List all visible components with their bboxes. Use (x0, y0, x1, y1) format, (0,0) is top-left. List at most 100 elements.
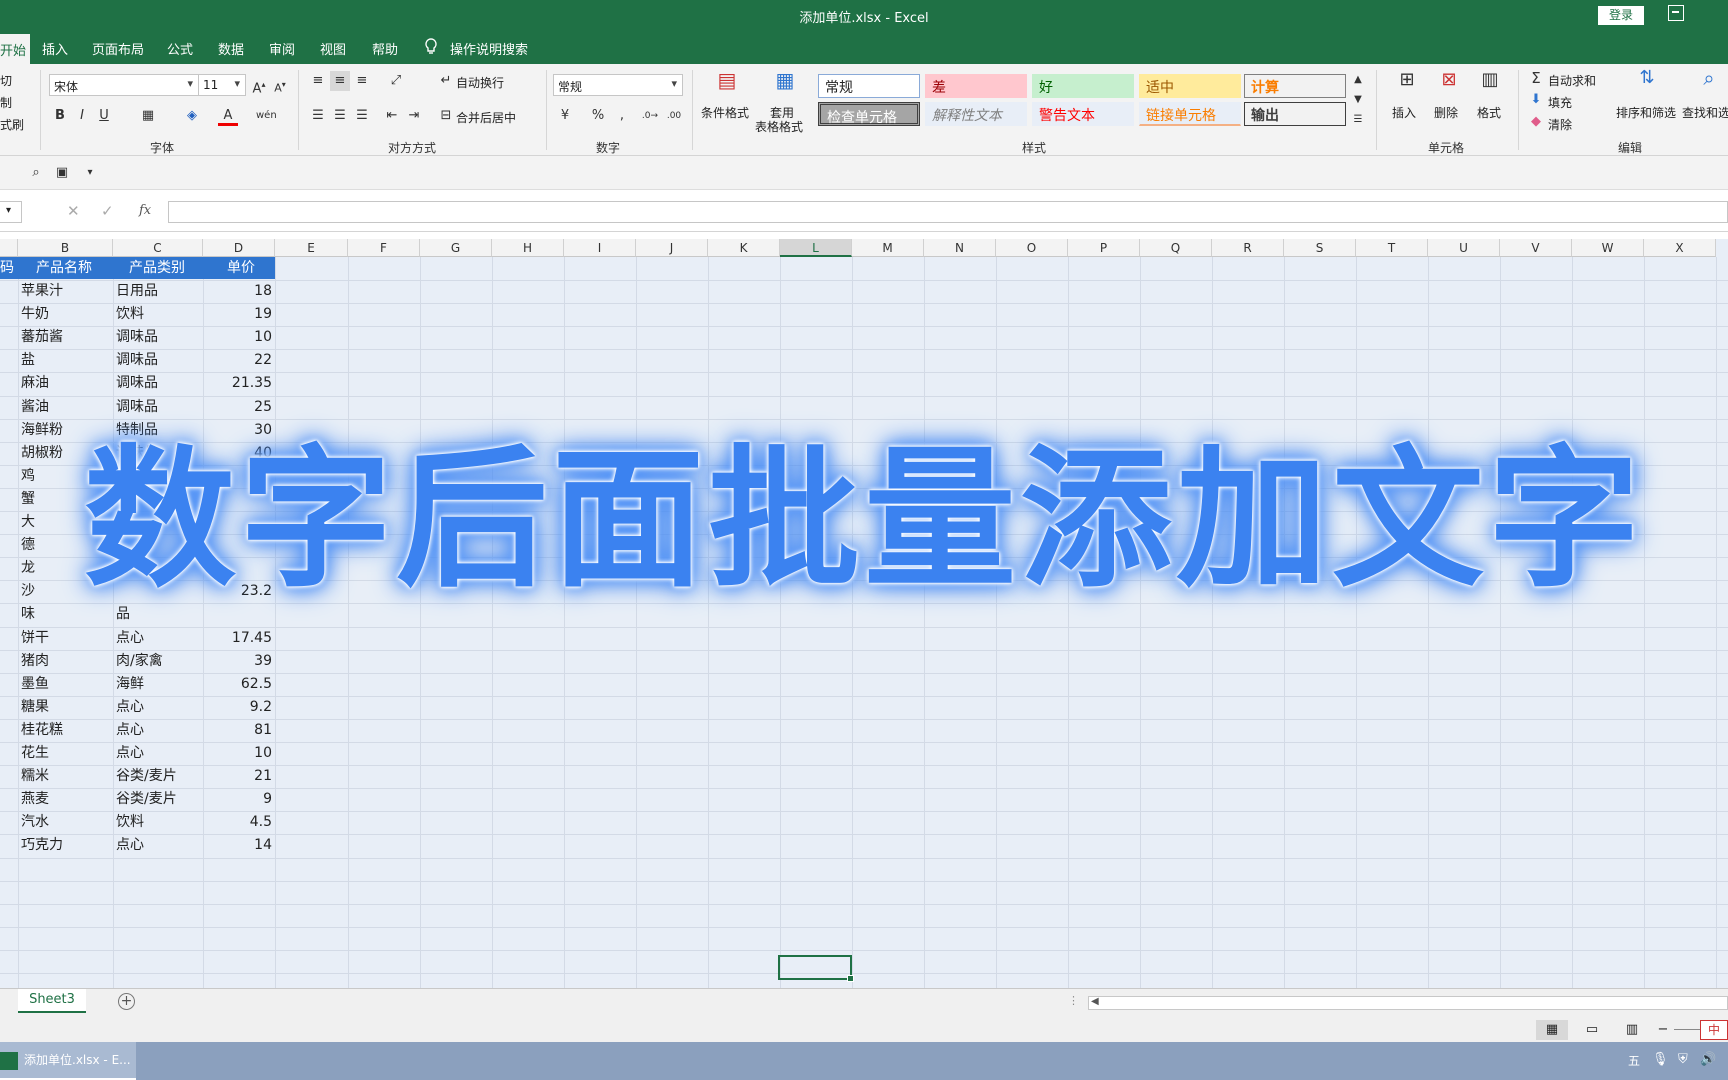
sheet-tab[interactable]: Sheet3 (18, 989, 86, 1013)
cell-b[interactable]: 巧克力 (21, 834, 111, 856)
align-right-icon[interactable]: ☰ (352, 106, 372, 126)
login-button[interactable]: 登录 (1598, 6, 1644, 25)
cell-c[interactable]: 肉/家禽 (116, 650, 201, 672)
decrease-font-icon[interactable]: A▾ (270, 75, 290, 95)
comma-button[interactable]: , (612, 106, 632, 126)
customize-qat-icon[interactable]: ▾ (80, 163, 100, 183)
column-header-b[interactable]: B (18, 239, 113, 257)
print-preview-icon[interactable]: ⌕ (26, 163, 46, 183)
cell-b[interactable]: 燕麦 (21, 788, 111, 810)
gallery-more-icon[interactable]: ☰ (1348, 110, 1368, 130)
cell-b[interactable]: 猪肉 (21, 650, 111, 672)
cell-d[interactable] (203, 557, 272, 579)
wrap-text-button[interactable]: 自动换行 (456, 74, 504, 91)
cell-style-item[interactable]: 常规 (818, 74, 920, 98)
column-header-n[interactable]: N (924, 239, 996, 257)
cell-d[interactable]: 81 (203, 719, 272, 741)
cell-d[interactable] (203, 488, 272, 510)
column-header-l[interactable]: L (780, 239, 852, 257)
cell-d[interactable]: 9.2 (203, 696, 272, 718)
cell-c[interactable]: 点心 (116, 834, 201, 856)
align-top-icon[interactable]: ≡ (308, 71, 328, 91)
cell-c[interactable] (116, 580, 201, 602)
find-select-button[interactable]: 查找和选 (1682, 104, 1728, 121)
cell-c[interactable]: 谷类/麦片 (116, 788, 201, 810)
cell-b[interactable]: 蕃茄酱 (21, 326, 111, 348)
cell-c[interactable]: 调味品 (116, 396, 201, 418)
format-cells-button[interactable]: 格式 (1477, 104, 1501, 121)
cell-d[interactable] (203, 465, 272, 487)
cell-c[interactable]: 点心 (116, 627, 201, 649)
cell-d[interactable]: 23.2 (203, 580, 272, 602)
cell-b[interactable]: 盐 (21, 349, 111, 371)
cell-d[interactable]: 14 (203, 834, 272, 856)
cell-style-item[interactable]: 检查单元格 (818, 102, 920, 126)
cancel-icon[interactable]: ✕ (67, 202, 80, 220)
copy-button[interactable]: 制 (0, 94, 12, 111)
cell-c[interactable] (116, 511, 201, 533)
cell-d[interactable]: 21 (203, 765, 272, 787)
cell-b[interactable]: 味 (21, 603, 111, 625)
underline-icon[interactable]: U (94, 106, 114, 126)
increase-indent-icon[interactable]: ⇥ (404, 106, 424, 126)
add-sheet-icon[interactable]: + (118, 993, 135, 1010)
gallery-down-icon[interactable]: ▼ (1348, 90, 1368, 110)
ribbon-display-options-icon[interactable] (1668, 5, 1684, 21)
cell-d[interactable]: 21.35 (203, 372, 272, 394)
cell-b[interactable]: 花生 (21, 742, 111, 764)
align-middle-icon[interactable]: ≡ (330, 71, 350, 91)
cell-c[interactable]: 点心 (116, 742, 201, 764)
column-header-d[interactable]: D (203, 239, 275, 257)
cell-d[interactable]: 19 (203, 303, 272, 325)
column-header-a[interactable] (0, 239, 18, 257)
cell-style-item[interactable]: 差 (925, 74, 1027, 98)
cell-d[interactable]: 25 (203, 396, 272, 418)
cell-style-item[interactable]: 链接单元格 (1139, 102, 1241, 126)
cell-b[interactable]: 德 (21, 534, 111, 556)
column-header-m[interactable]: M (852, 239, 924, 257)
page-layout-view-icon[interactable]: ▭ (1576, 1020, 1608, 1040)
cell-b[interactable]: 糖果 (21, 696, 111, 718)
cell-b[interactable]: 苹果汁 (21, 280, 111, 302)
clear-button[interactable]: 清除 (1548, 116, 1572, 133)
percent-button[interactable]: % (588, 106, 608, 126)
cell-c[interactable]: 调味品 (116, 326, 201, 348)
format-painter-button[interactable]: 式刷 (0, 116, 24, 133)
cell-c[interactable]: 海 (116, 557, 201, 579)
orientation-icon[interactable]: ⤢ (386, 71, 406, 91)
cell-c[interactable]: 调味品 (116, 372, 201, 394)
border-icon[interactable]: ▦ (138, 106, 158, 126)
cell-c[interactable]: 点心 (116, 696, 201, 718)
worksheet-grid[interactable]: BCDEFGHIJKLMNOPQRSTUVWX 码 产品名称 产品类别 单价 苹… (0, 239, 1728, 998)
cell-b[interactable]: 大 (21, 511, 111, 533)
shield-icon[interactable]: ⛨ (1678, 1052, 1688, 1067)
screenshot-icon[interactable]: ▣ (52, 163, 72, 183)
tell-me-search[interactable]: 操作说明搜索 (450, 39, 528, 58)
font-size-combo[interactable]: 11 ▾ (198, 74, 246, 96)
page-break-view-icon[interactable]: ▥ (1616, 1020, 1648, 1040)
fill-color-icon[interactable]: ◈ (182, 106, 202, 126)
cell-d[interactable]: 30 (203, 419, 272, 441)
column-header-c[interactable]: C (113, 239, 203, 257)
cell-d[interactable]: 22 (203, 349, 272, 371)
splitter-icon[interactable]: ⋮ (1068, 994, 1079, 1007)
cell-c[interactable]: 谷类/麦片 (116, 765, 201, 787)
tab-help[interactable]: 帮助 (372, 39, 398, 58)
scroll-left-icon[interactable]: ◀ (1091, 996, 1099, 1007)
header-cell-c[interactable]: 产品类别 (113, 257, 203, 279)
cell-c[interactable] (116, 534, 201, 556)
column-header-j[interactable]: J (636, 239, 708, 257)
header-cell-b[interactable]: 产品名称 (18, 257, 113, 279)
column-header-o[interactable]: O (996, 239, 1068, 257)
cell-c[interactable]: 调味品 (116, 442, 201, 464)
gallery-up-icon[interactable]: ▲ (1348, 70, 1368, 90)
cell-c[interactable]: 日用品 (116, 280, 201, 302)
cell-c[interactable]: 饮料 (116, 303, 201, 325)
cell-d[interactable]: 10 (203, 742, 272, 764)
font-name-combo[interactable]: 宋体 ▾ (49, 74, 199, 96)
tab-view[interactable]: 视图 (320, 39, 346, 58)
cell-style-item[interactable]: 好 (1032, 74, 1134, 98)
column-header-g[interactable]: G (420, 239, 492, 257)
cell-b[interactable]: 汽水 (21, 811, 111, 833)
normal-view-icon[interactable]: ▦ (1536, 1020, 1568, 1040)
